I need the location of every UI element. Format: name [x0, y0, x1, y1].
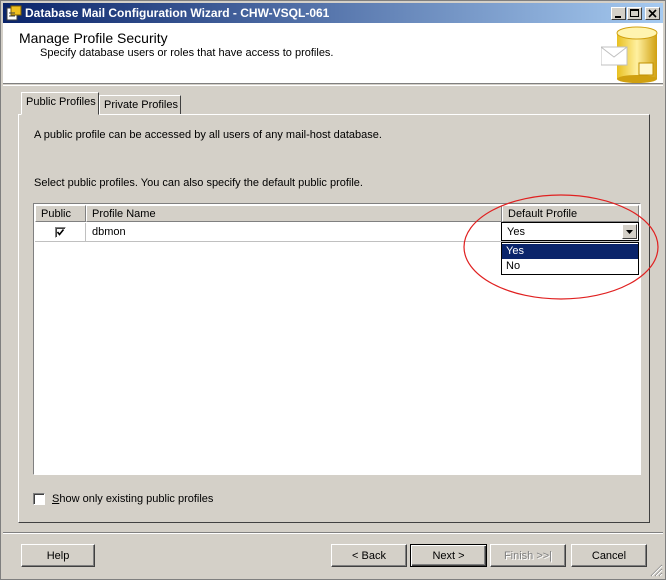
cancel-button-label: Cancel — [591, 550, 627, 562]
dropdown-option-yes[interactable]: Yes — [502, 244, 638, 259]
maximize-button[interactable] — [627, 7, 642, 20]
minimize-button[interactable] — [611, 7, 626, 20]
profile-name-cell[interactable]: dbmon — [86, 223, 502, 242]
wizard-header: Manage Profile Security Specify database… — [3, 23, 663, 84]
page-title: Manage Profile Security — [19, 30, 168, 46]
show-existing-label-text: how only existing public profiles — [59, 493, 214, 505]
help-button[interactable]: Help — [21, 544, 95, 567]
default-profile-dropdown[interactable]: Yes No — [501, 242, 639, 275]
cancel-button[interactable]: Cancel — [571, 544, 647, 567]
column-header-profile-name[interactable]: Profile Name — [86, 205, 502, 222]
tab-private-profiles-label: Private Profiles — [104, 99, 178, 111]
public-checkbox[interactable] — [55, 227, 66, 238]
column-header-default-profile[interactable]: Default Profile — [502, 205, 639, 222]
header-divider — [3, 85, 663, 86]
back-button[interactable]: < Back — [331, 544, 407, 567]
column-header-public[interactable]: Public — [35, 205, 86, 222]
finish-button[interactable]: Finish >>| — [490, 544, 566, 567]
next-button-label: Next > — [432, 550, 465, 562]
wizard-window: Database Mail Configuration Wizard - CHW… — [0, 0, 666, 580]
tab-public-profiles-label: Public Profiles — [26, 96, 96, 108]
next-button[interactable]: Next > — [410, 544, 487, 567]
public-cell — [35, 223, 86, 242]
app-icon — [6, 5, 22, 21]
show-existing-label[interactable]: Show only existing public profiles — [52, 493, 213, 505]
default-profile-select[interactable]: Yes — [501, 222, 639, 241]
finish-button-label: Finish >>| — [503, 550, 553, 562]
panel-instruction: Select public profiles. You can also spe… — [34, 177, 363, 189]
default-profile-value: Yes — [507, 226, 525, 238]
page-subtitle: Specify database users or roles that hav… — [40, 47, 334, 59]
close-button[interactable] — [645, 7, 660, 20]
title-bar[interactable]: Database Mail Configuration Wizard - CHW… — [3, 3, 663, 23]
back-button-label: < Back — [352, 550, 386, 562]
show-existing-checkbox[interactable] — [33, 493, 45, 505]
chevron-down-icon[interactable] — [622, 224, 637, 239]
dropdown-option-no[interactable]: No — [502, 259, 638, 274]
tab-private-profiles[interactable]: Private Profiles — [99, 95, 181, 116]
help-button-label: Help — [46, 550, 70, 562]
panel-description: A public profile can be accessed by all … — [34, 129, 382, 141]
tab-public-profiles[interactable]: Public Profiles — [21, 92, 99, 115]
footer-divider — [3, 532, 663, 534]
window-title: Database Mail Configuration Wizard - CHW… — [25, 6, 330, 20]
resize-grip-icon[interactable] — [649, 563, 663, 577]
database-mail-graphic — [600, 25, 661, 83]
grid-header: Public Profile Name Default Profile — [35, 205, 639, 222]
